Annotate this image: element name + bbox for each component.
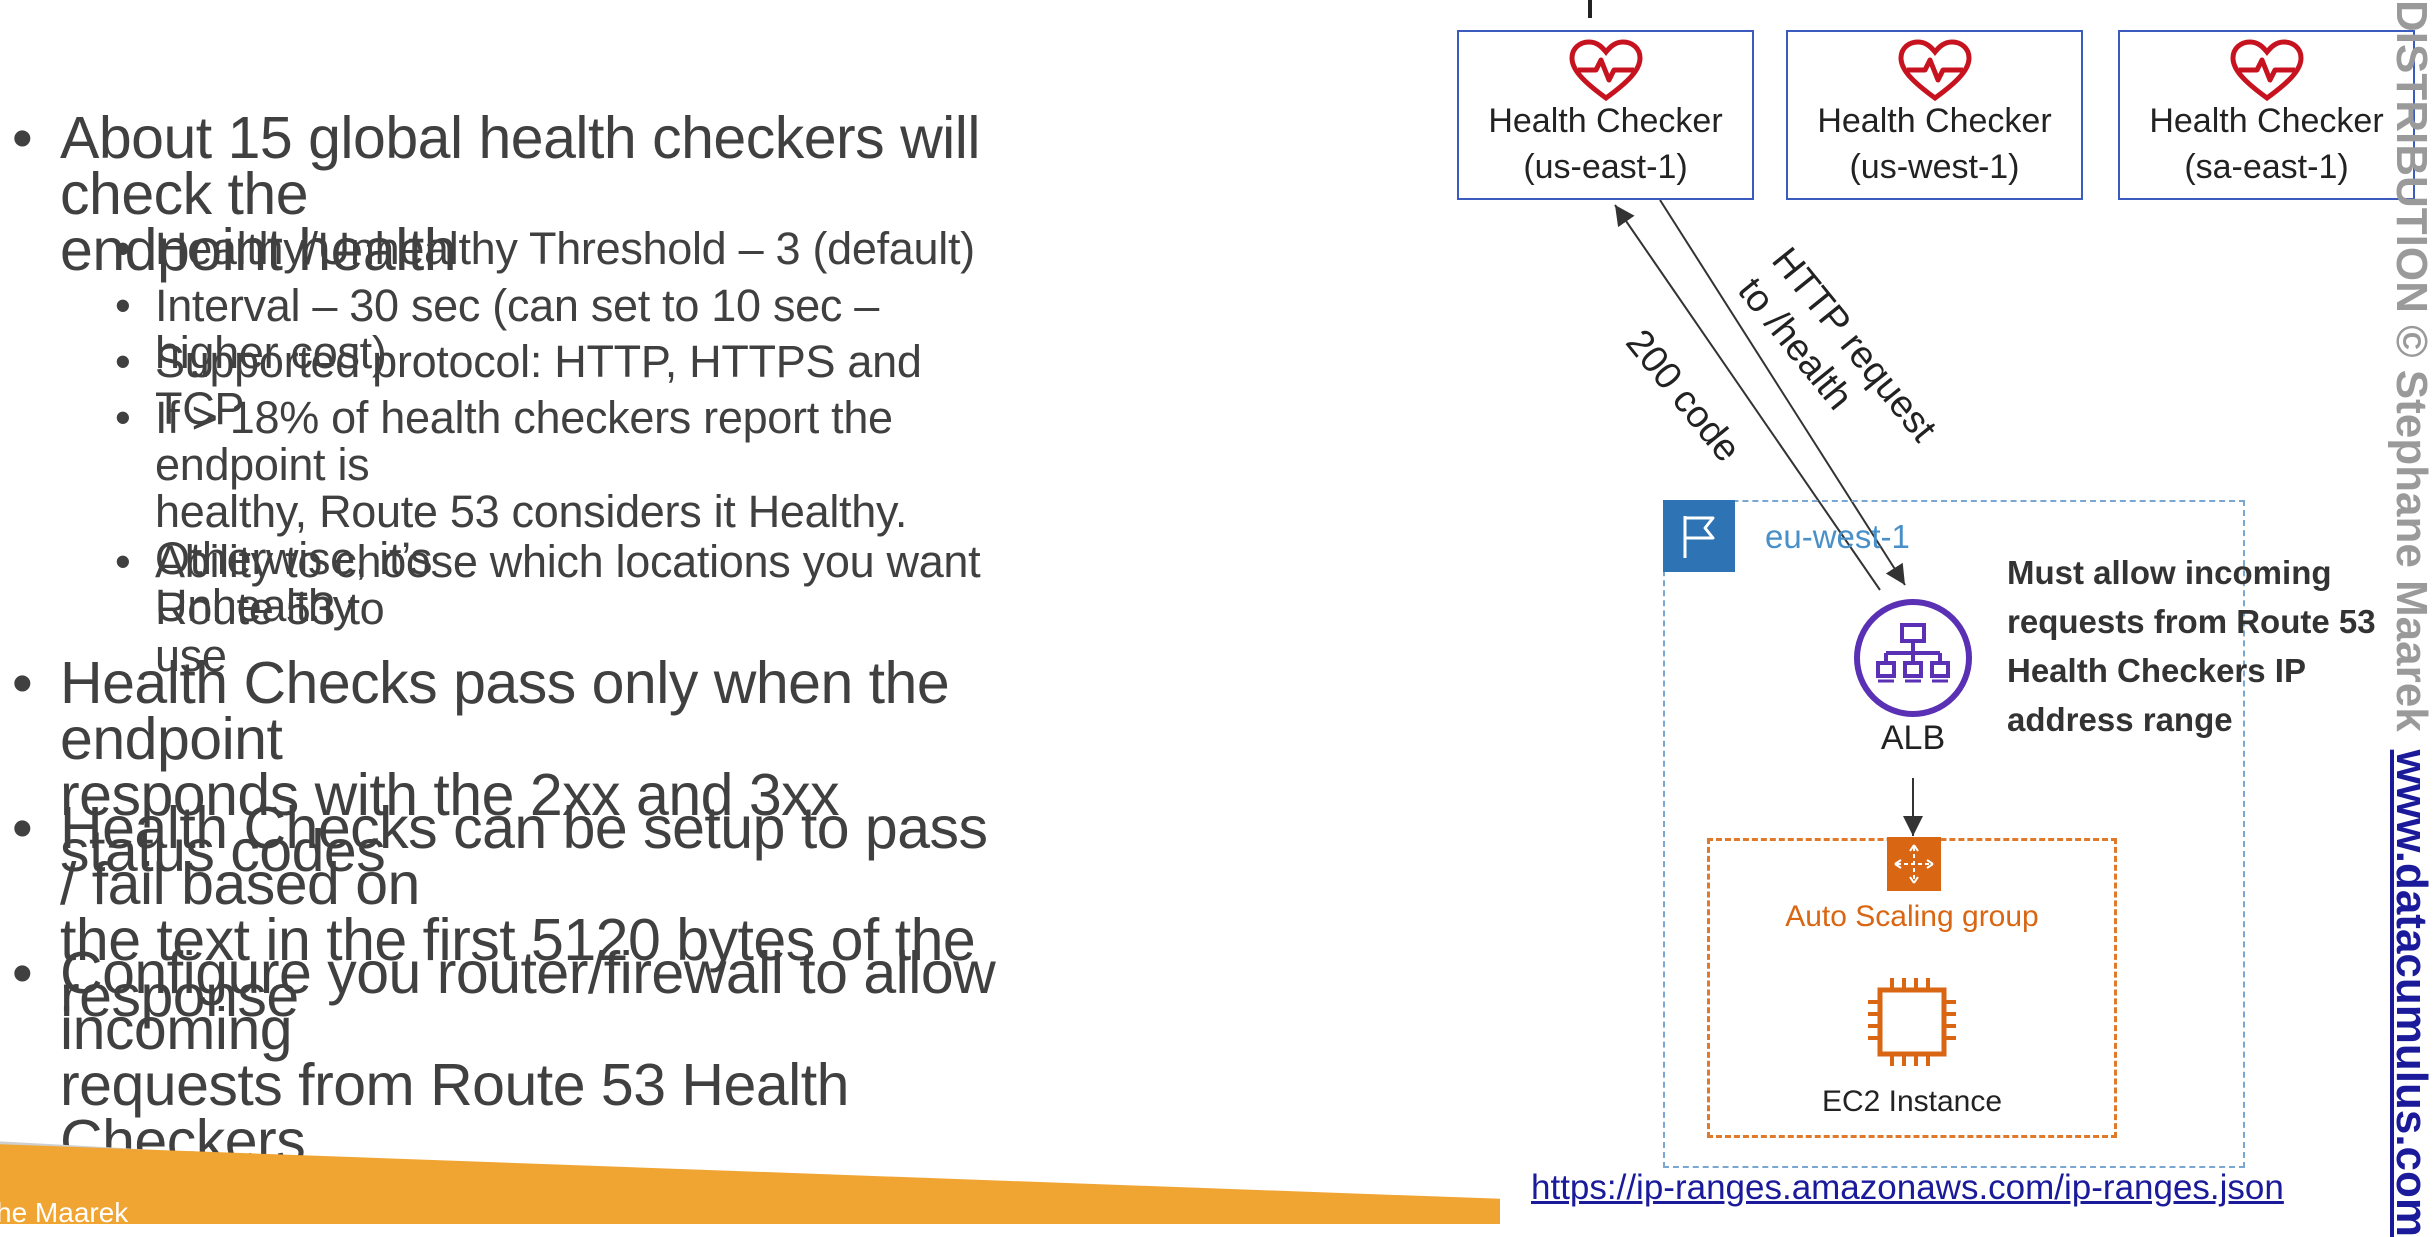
chip-icon [1868, 978, 1956, 1066]
health-checker-label: Health Checker (sa-east-1) [2120, 98, 2413, 190]
region-label: eu-west-1 [1765, 518, 1910, 555]
side-watermark: DISTRIBUTION © Stephane Maarek www.datacu… [2386, 0, 2436, 1237]
watermark-text: DISTRIBUTION © Stephane Maarek [2387, 0, 2436, 732]
health-checker-label: Health Checker (us-west-1) [1788, 98, 2081, 190]
asg-label: Auto Scaling group [1785, 900, 2039, 933]
health-checker-region: (us-east-1) [1523, 148, 1688, 186]
ec2-label: EC2 Instance [1821, 1085, 2003, 1118]
ip-ranges-link[interactable]: https://ip-ranges.amazonaws.com/ip-range… [1531, 1168, 2284, 1208]
health-checker-title: Health Checker [2149, 102, 2384, 140]
health-checker-us-east-1: Health Checker (us-east-1) [1457, 30, 1754, 200]
note-line: Must allow incoming [2007, 554, 2332, 591]
heart-pulse-icon [1897, 39, 1972, 102]
watermark-url[interactable]: www.datacumulus.com [2387, 750, 2436, 1237]
health-checker-title: Health Checker [1817, 102, 2052, 140]
note-line: requests from Route 53 [2007, 603, 2376, 640]
health-checker-us-west-1: Health Checker (us-west-1) [1786, 30, 2083, 200]
health-checker-title: Health Checker [1488, 102, 1723, 140]
note-line: Health Checkers IP [2007, 652, 2306, 689]
note-line: address range [2007, 701, 2233, 738]
health-checker-label: Health Checker (us-east-1) [1459, 98, 1752, 190]
ip-range-note: Must allow incoming requests from Route … [2007, 548, 2407, 744]
heart-pulse-icon [2229, 39, 2304, 102]
heart-pulse-icon [1568, 39, 1643, 102]
health-checker-region: (us-west-1) [1849, 148, 2020, 186]
alb-label: ALB [1880, 719, 1946, 757]
health-checker-sa-east-1: Health Checker (sa-east-1) [2118, 30, 2415, 200]
flag-icon [1663, 500, 1735, 572]
auto-scaling-icon [1887, 837, 1941, 891]
health-checker-region: (sa-east-1) [2184, 148, 2349, 186]
load-balancer-icon [1854, 599, 1972, 717]
